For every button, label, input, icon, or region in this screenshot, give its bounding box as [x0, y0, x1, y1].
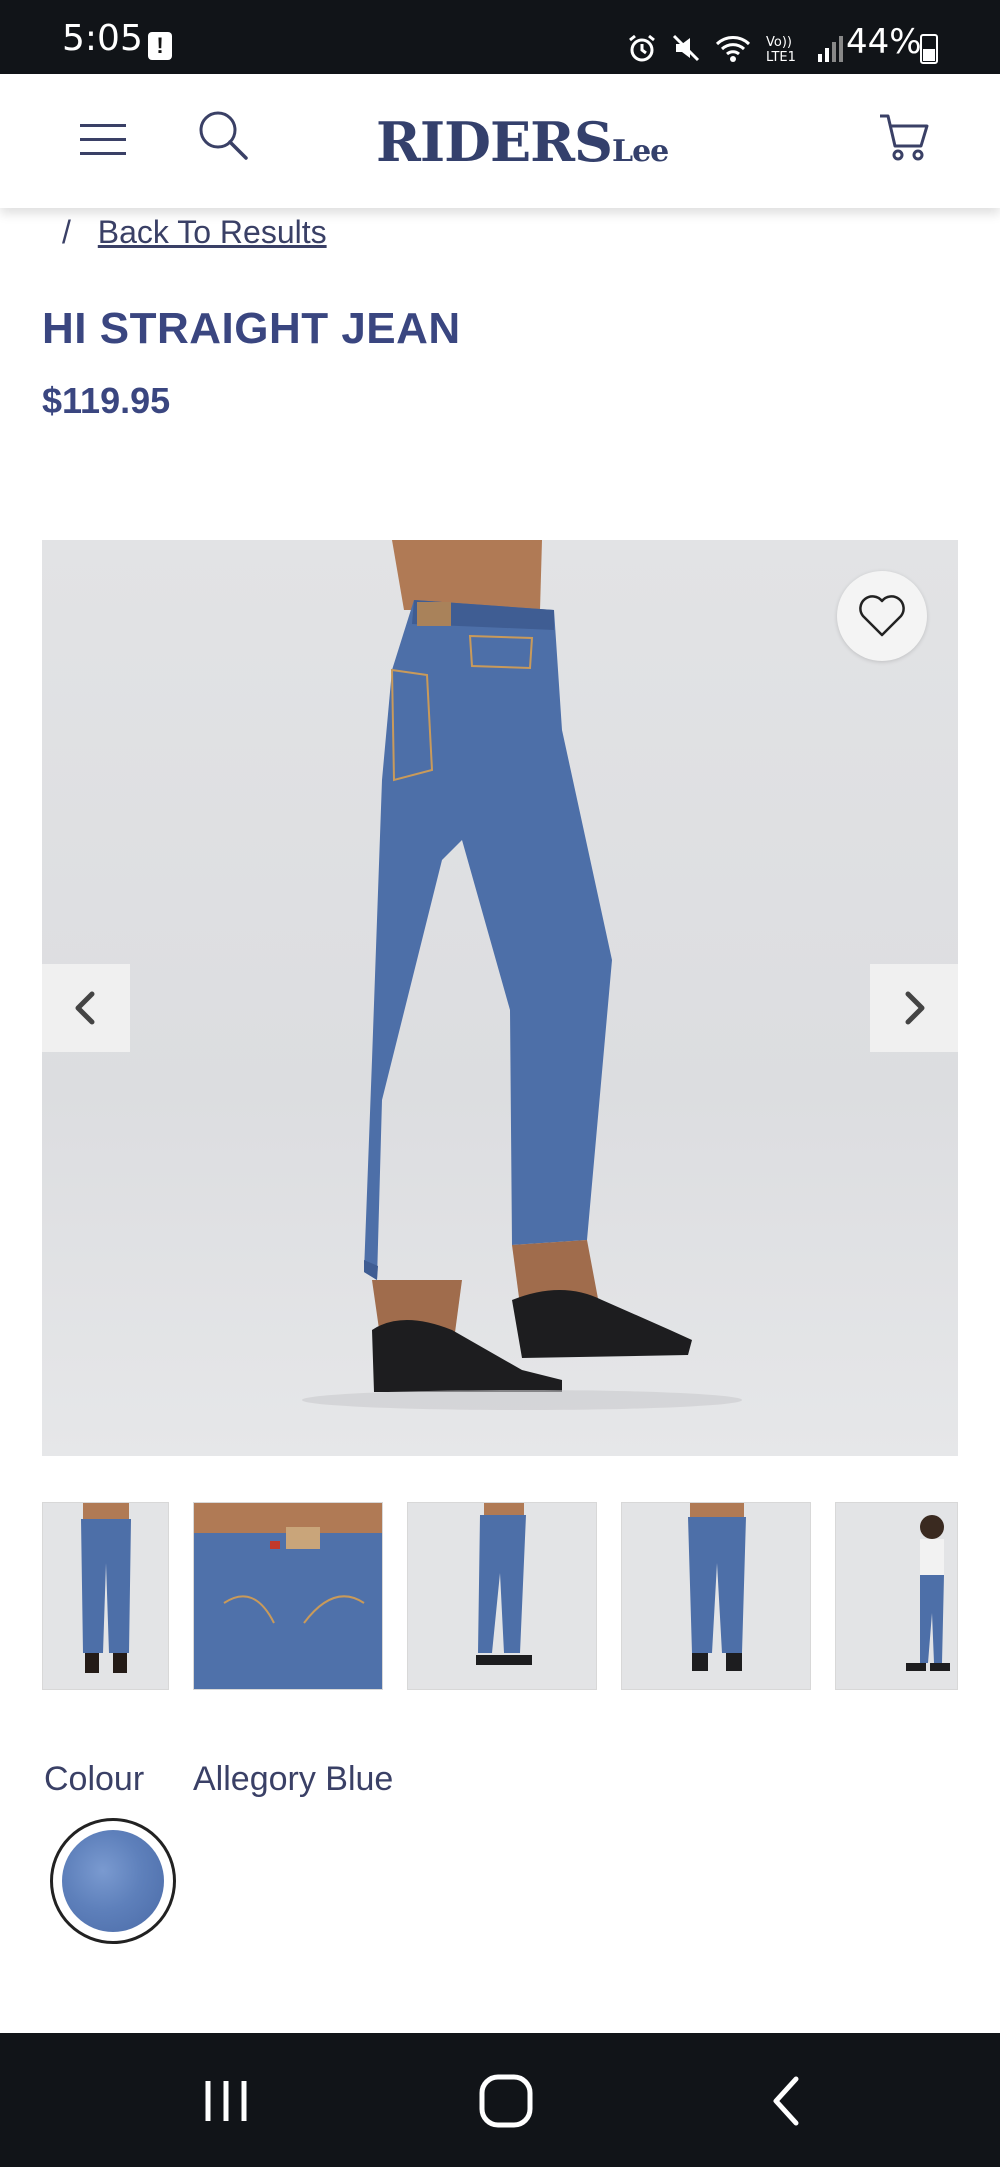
wifi-icon — [715, 36, 751, 62]
home-icon[interactable] — [476, 2071, 536, 2131]
battery-percent: 44% — [846, 22, 922, 62]
heart-icon[interactable] — [837, 571, 927, 661]
thumbnail-image — [81, 1503, 131, 1673]
back-icon[interactable] — [758, 2071, 818, 2131]
thumbnail-image — [476, 1503, 532, 1665]
colour-value: Allegory Blue — [193, 1760, 394, 1798]
svg-text:Vo)): Vo)) — [766, 35, 792, 50]
system-nav-bar — [0, 2033, 1000, 2167]
volte-icon: Vo))LTE1 — [766, 35, 796, 64]
recent-apps-icon[interactable] — [196, 2071, 256, 2131]
search-icon[interactable] — [196, 108, 252, 164]
back-to-results-link[interactable]: Back To Results — [98, 214, 327, 250]
colour-swatch-allegory-blue[interactable] — [50, 1818, 176, 1944]
product-thumbnail[interactable] — [193, 1502, 383, 1690]
riders-by-lee-logo[interactable]: RIDERSLee — [376, 110, 669, 174]
site-header: RIDERSLee — [0, 74, 1000, 208]
product-thumbnail[interactable] — [42, 1502, 169, 1690]
mute-icon — [672, 34, 700, 62]
signal-icon — [818, 36, 843, 62]
hamburger-menu-icon[interactable] — [80, 122, 130, 158]
breadcrumb-separator: / — [62, 214, 71, 250]
product-thumbnail[interactable] — [621, 1502, 811, 1690]
battery-icon — [920, 34, 938, 64]
status-icons: Vo)) LTE1 — [626, 28, 846, 68]
colour-label: Colour — [44, 1760, 145, 1798]
thumbnail-image — [906, 1515, 950, 1671]
product-thumbnail[interactable] — [835, 1502, 958, 1690]
product-main-image[interactable] — [42, 540, 958, 1456]
breadcrumb: / Back To Results — [62, 214, 327, 251]
status-time: 5:05 — [62, 18, 143, 59]
shopping-cart-icon[interactable] — [876, 108, 932, 164]
product-title: HI STRAIGHT JEAN — [42, 304, 461, 353]
jeans-photo — [302, 540, 742, 1410]
chevron-left-icon[interactable] — [42, 964, 130, 1052]
notification-alert-icon: ! — [148, 32, 172, 60]
logo-main: RIDERS — [376, 110, 613, 174]
product-thumbnail[interactable] — [407, 1502, 597, 1690]
status-bar: 5:05 ! Vo)) LTE1 44% — [0, 0, 1000, 74]
thumbnail-image — [688, 1503, 746, 1671]
thumbnail-image — [194, 1503, 382, 1689]
logo-sub: Lee — [612, 134, 669, 169]
product-price: $119.95 — [42, 380, 171, 421]
alarm-icon — [629, 34, 655, 62]
svg-text:LTE1: LTE1 — [766, 50, 796, 64]
chevron-right-icon[interactable] — [870, 964, 958, 1052]
